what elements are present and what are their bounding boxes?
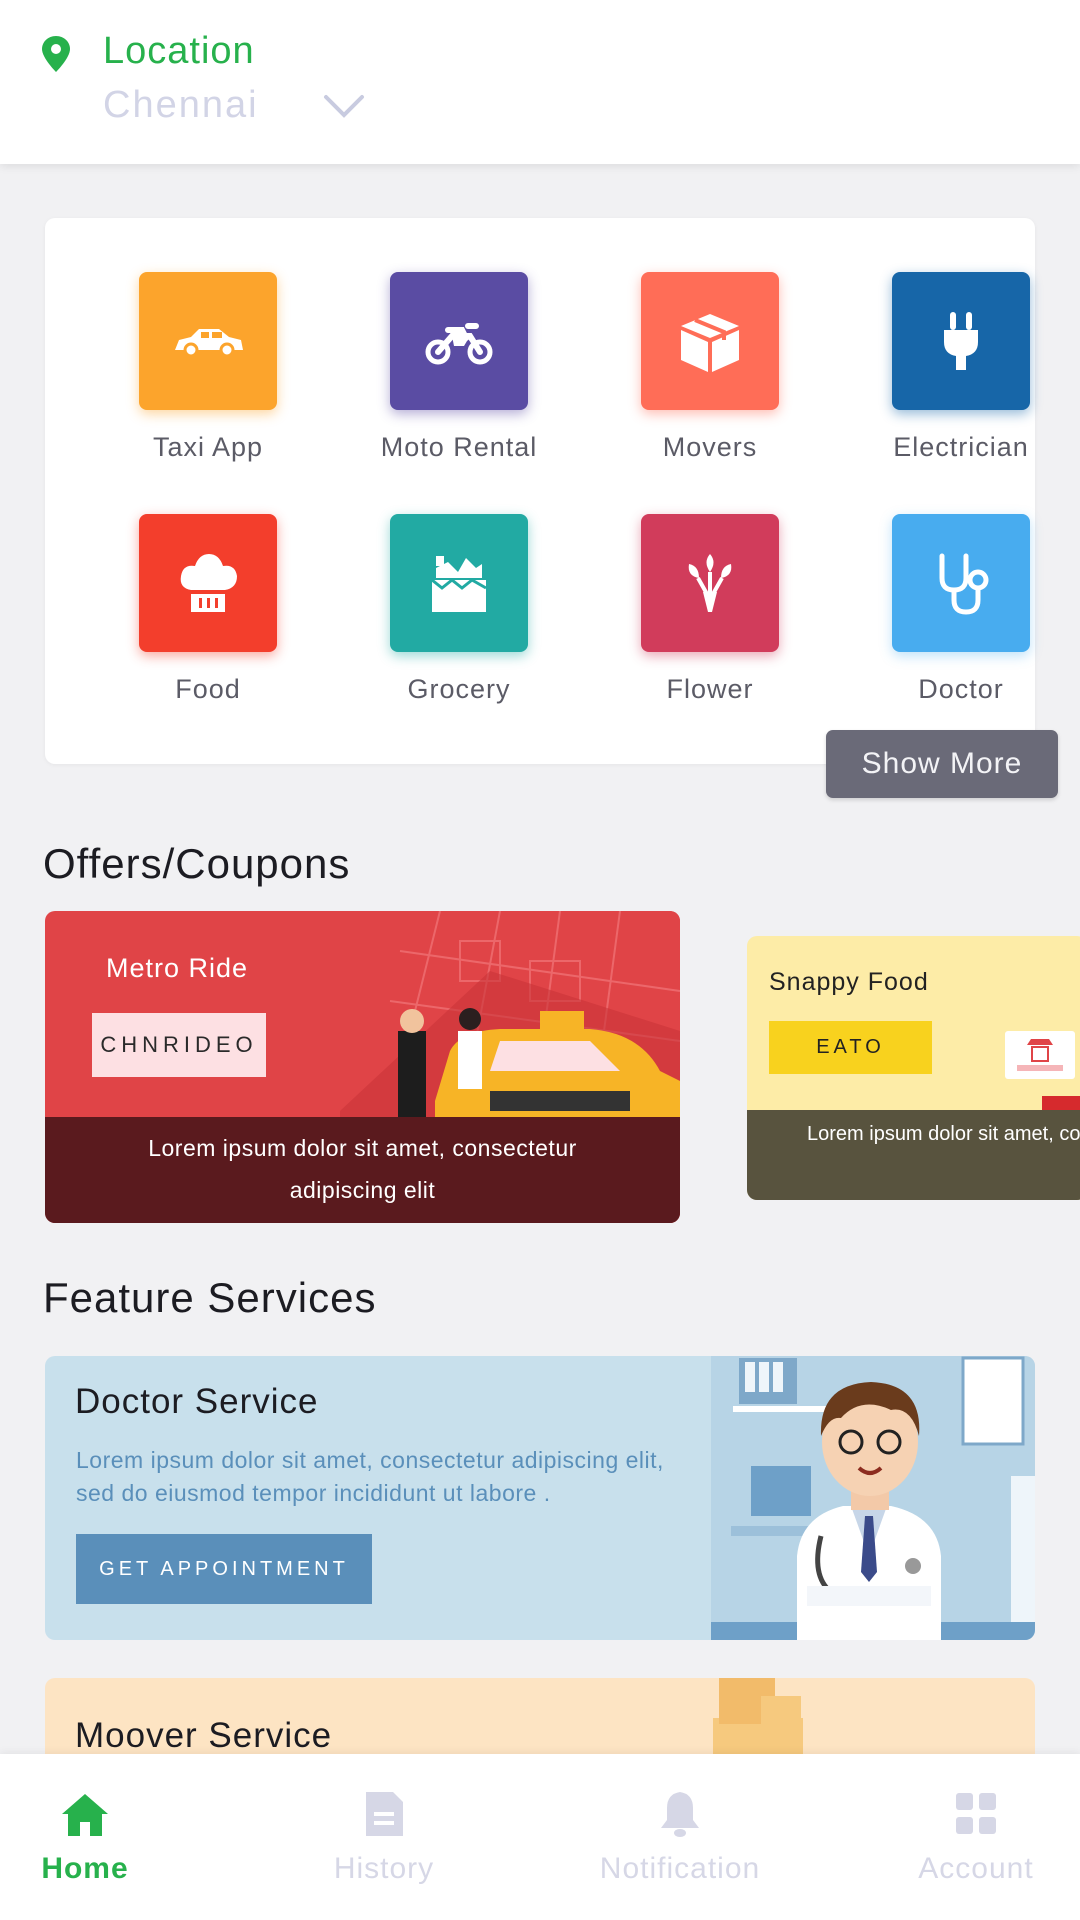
bell-icon [661, 1792, 699, 1837]
service-label: Food [175, 674, 241, 704]
grocery-icon [431, 556, 487, 612]
offer-card-snappy-food[interactable]: Snappy Food EATO Lorem ipsum dolor sit a… [747, 936, 1080, 1200]
show-more-button[interactable]: Show More [826, 730, 1058, 798]
service-label: Electrician [893, 432, 1029, 462]
service-label: Taxi App [152, 432, 264, 462]
history-icon [366, 1792, 403, 1836]
offer-title: Metro Ride [106, 953, 249, 983]
location-header: Location Chennai [0, 0, 1080, 164]
nav-label: Account [918, 1852, 1034, 1885]
feature-doctor-service[interactable]: Doctor Service Lorem ipsum dolor sit ame… [45, 1356, 1035, 1640]
nav-account[interactable]: Account [866, 1790, 1080, 1886]
feature-title: Doctor Service [75, 1382, 319, 1421]
city-selector[interactable]: Chennai [103, 84, 259, 127]
nav-notification[interactable]: Notification [570, 1790, 790, 1886]
flower-icon [688, 554, 732, 612]
service-label: Doctor [918, 674, 1004, 704]
offer-card-metro-ride[interactable]: Metro Ride CHNRIDEO Lorem ipsum dolor si… [45, 911, 680, 1223]
service-doctor[interactable]: Doctor [861, 514, 1061, 705]
account-grid-icon [956, 1793, 996, 1834]
restaurant-logo [1005, 1031, 1075, 1079]
box-icon [681, 314, 739, 372]
chevron-down-icon[interactable] [323, 94, 365, 118]
service-movers[interactable]: Movers [610, 272, 810, 463]
service-moto-rental[interactable]: Moto Rental [359, 272, 559, 463]
car-icon [175, 329, 243, 358]
coupon-code[interactable]: EATO [769, 1021, 932, 1074]
coupon-code[interactable]: CHNRIDEO [92, 1013, 266, 1077]
stethoscope-icon [939, 553, 989, 615]
service-label: Flower [666, 674, 754, 704]
service-label: Grocery [407, 674, 511, 704]
location-pin-icon [42, 36, 70, 72]
offers-title: Offers/Coupons [43, 840, 351, 887]
motorbike-icon [425, 323, 493, 365]
nav-history[interactable]: History [274, 1790, 494, 1886]
service-flower[interactable]: Flower [610, 514, 810, 705]
feature-title: Moover Service [75, 1716, 333, 1755]
service-electrician[interactable]: Electrician [861, 272, 1061, 463]
nav-label: Home [41, 1852, 129, 1885]
plug-icon [944, 312, 978, 370]
doctor-illustration [711, 1356, 1035, 1640]
service-food[interactable]: Food [108, 514, 308, 705]
offer-title: Snappy Food [769, 968, 929, 996]
offer-description: Lorem ipsum dolor sit amet, consectetur … [747, 1110, 1080, 1200]
features-title: Feature Services [43, 1274, 377, 1321]
service-grocery[interactable]: Grocery [359, 514, 559, 705]
service-label: Moto Rental [380, 432, 538, 462]
service-label: Movers [662, 432, 758, 462]
nav-label: Notification [599, 1852, 761, 1885]
home-icon [62, 1794, 108, 1836]
bottom-navigation: Home History Notification Account [0, 1754, 1080, 1920]
chef-hat-icon [180, 554, 237, 612]
nav-home[interactable]: Home [0, 1790, 195, 1886]
service-taxi-app[interactable]: Taxi App [108, 272, 308, 463]
feature-description: Lorem ipsum dolor sit amet, consectetur … [76, 1447, 664, 1506]
services-card: Taxi App Moto Rental Movers Electrician … [45, 218, 1035, 764]
nav-label: History [333, 1852, 435, 1885]
location-label: Location [103, 30, 255, 72]
offer-description: Lorem ipsum dolor sit amet, consectetur … [45, 1117, 680, 1223]
get-appointment-button[interactable]: GET APPOINTMENT [76, 1534, 372, 1604]
